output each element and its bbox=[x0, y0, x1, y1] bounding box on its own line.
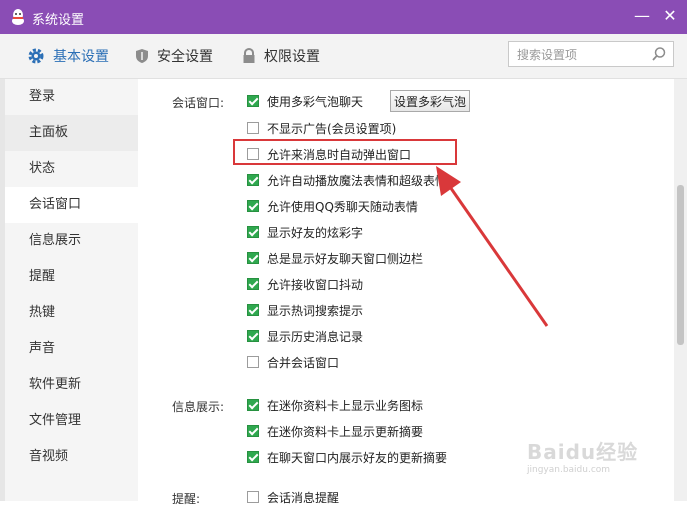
checkbox-option[interactable]: 允许接收窗口抖动 bbox=[247, 275, 363, 293]
checkbox-option[interactable]: 允许使用QQ秀聊天随动表情 bbox=[247, 197, 418, 215]
tab-basic-settings[interactable]: 基本设置 bbox=[27, 34, 109, 78]
checkbox-option[interactable]: 会话消息提醒 bbox=[247, 488, 339, 506]
checkbox-option[interactable]: 在聊天窗口内展示好友的更新摘要 bbox=[247, 448, 447, 466]
tab-permission-settings[interactable]: 权限设置 bbox=[242, 34, 320, 78]
checkbox[interactable] bbox=[247, 252, 259, 264]
checkbox-option[interactable]: 显示好友的炫彩字 bbox=[247, 223, 363, 241]
option-label: 总是显示好友聊天窗口侧边栏 bbox=[267, 251, 424, 266]
window-title: 系统设置 bbox=[32, 13, 85, 28]
checkbox[interactable] bbox=[247, 304, 259, 316]
checkbox-option[interactable]: 显示热词搜索提示 bbox=[247, 301, 363, 319]
sidebar-item-hotkey[interactable]: 热键 bbox=[0, 295, 138, 331]
sidebar-item-remind[interactable]: 提醒 bbox=[0, 259, 138, 295]
settings-sidebar: 登录 主面板 状态 会话窗口 信息展示 提醒 热键 声音 软件更新 文件管理 音… bbox=[0, 79, 138, 501]
section-label-info-display: 信息展示: bbox=[172, 400, 225, 414]
title-bar: 系统设置 — ✕ bbox=[0, 0, 687, 34]
sidebar-item-main-panel[interactable]: 主面板 bbox=[0, 115, 138, 151]
sidebar-left-edge bbox=[0, 79, 5, 501]
option-label: 允许自动播放魔法表情和超级表情 bbox=[267, 173, 448, 188]
checkbox[interactable] bbox=[247, 226, 259, 238]
tab-security-settings[interactable]: 安全设置 bbox=[135, 34, 213, 78]
watermark-subtext: jingyan.baidu.com bbox=[527, 465, 611, 475]
checkbox-option[interactable]: 合并会话窗口 bbox=[247, 353, 339, 371]
checkbox[interactable] bbox=[247, 451, 259, 463]
sidebar-item-login[interactable]: 登录 bbox=[0, 79, 138, 115]
checkbox[interactable] bbox=[247, 200, 259, 212]
checkbox[interactable] bbox=[247, 491, 259, 503]
section-label-remind: 提醒: bbox=[172, 492, 201, 506]
sidebar-item-info-display[interactable]: 信息展示 bbox=[0, 223, 138, 259]
option-label: 在聊天窗口内展示好友的更新摘要 bbox=[267, 450, 448, 465]
checkbox-option[interactable]: 允许自动播放魔法表情和超级表情 bbox=[247, 171, 447, 189]
search-input[interactable] bbox=[515, 46, 653, 64]
watermark-text: Baidu经验 bbox=[527, 440, 639, 464]
checkbox[interactable] bbox=[247, 95, 259, 107]
qq-penguin-icon bbox=[12, 9, 24, 25]
settings-search-box[interactable] bbox=[508, 41, 674, 67]
sidebar-item-file-management[interactable]: 文件管理 bbox=[0, 403, 138, 439]
checkbox[interactable] bbox=[247, 174, 259, 186]
gear-icon bbox=[28, 48, 44, 64]
option-label: 允许使用QQ秀聊天随动表情 bbox=[267, 199, 418, 214]
shield-icon bbox=[136, 49, 148, 63]
checkbox[interactable] bbox=[247, 399, 259, 411]
annotation-highlight-box bbox=[233, 139, 457, 165]
checkbox[interactable] bbox=[247, 425, 259, 437]
checkbox[interactable] bbox=[247, 356, 259, 368]
tab-label: 安全设置 bbox=[157, 49, 213, 65]
checkbox-option[interactable]: 在迷你资料卡上显示业务图标 bbox=[247, 396, 423, 414]
option-label: 使用多彩气泡聊天 bbox=[267, 94, 364, 109]
option-label: 显示好友的炫彩字 bbox=[267, 225, 364, 240]
minimize-button[interactable]: — bbox=[632, 6, 652, 26]
option-label: 会话消息提醒 bbox=[267, 490, 340, 505]
tab-label: 基本设置 bbox=[53, 49, 109, 65]
baidu-watermark: Baidu经验 jingyan.baidu.com bbox=[527, 436, 638, 475]
checkbox[interactable] bbox=[247, 330, 259, 342]
checkbox[interactable] bbox=[247, 278, 259, 290]
sidebar-item-sound[interactable]: 声音 bbox=[0, 331, 138, 367]
tab-label: 权限设置 bbox=[264, 49, 320, 65]
scrollbar-thumb[interactable] bbox=[677, 185, 684, 345]
option-label: 允许接收窗口抖动 bbox=[267, 277, 364, 292]
checkbox[interactable] bbox=[247, 122, 259, 134]
option-label: 显示历史消息记录 bbox=[267, 329, 364, 344]
lock-icon bbox=[243, 48, 255, 63]
checkbox-option[interactable]: 不显示广告(会员设置项) bbox=[247, 119, 396, 137]
option-label: 显示热词搜索提示 bbox=[267, 303, 364, 318]
option-label: 合并会话窗口 bbox=[267, 355, 340, 370]
sidebar-item-status[interactable]: 状态 bbox=[0, 151, 138, 187]
option-label: 在迷你资料卡上显示更新摘要 bbox=[267, 424, 424, 439]
set-colorful-bubble-button[interactable]: 设置多彩气泡 bbox=[390, 90, 470, 112]
checkbox-option[interactable]: 总是显示好友聊天窗口侧边栏 bbox=[247, 249, 423, 267]
option-label: 在迷你资料卡上显示业务图标 bbox=[267, 398, 424, 413]
close-button[interactable]: ✕ bbox=[660, 6, 680, 26]
option-label: 不显示广告(会员设置项) bbox=[267, 121, 397, 136]
sidebar-item-audio-video[interactable]: 音视频 bbox=[0, 439, 138, 475]
search-icon[interactable] bbox=[651, 46, 667, 62]
section-label-session-window: 会话窗口: bbox=[172, 96, 225, 110]
sidebar-item-session-window[interactable]: 会话窗口 bbox=[0, 187, 138, 223]
checkbox-option[interactable]: 显示历史消息记录 bbox=[247, 327, 363, 345]
checkbox-option[interactable]: 在迷你资料卡上显示更新摘要 bbox=[247, 422, 423, 440]
vertical-scrollbar[interactable] bbox=[674, 79, 687, 501]
sidebar-item-software-update[interactable]: 软件更新 bbox=[0, 367, 138, 403]
checkbox-option[interactable]: 使用多彩气泡聊天 bbox=[247, 92, 363, 110]
